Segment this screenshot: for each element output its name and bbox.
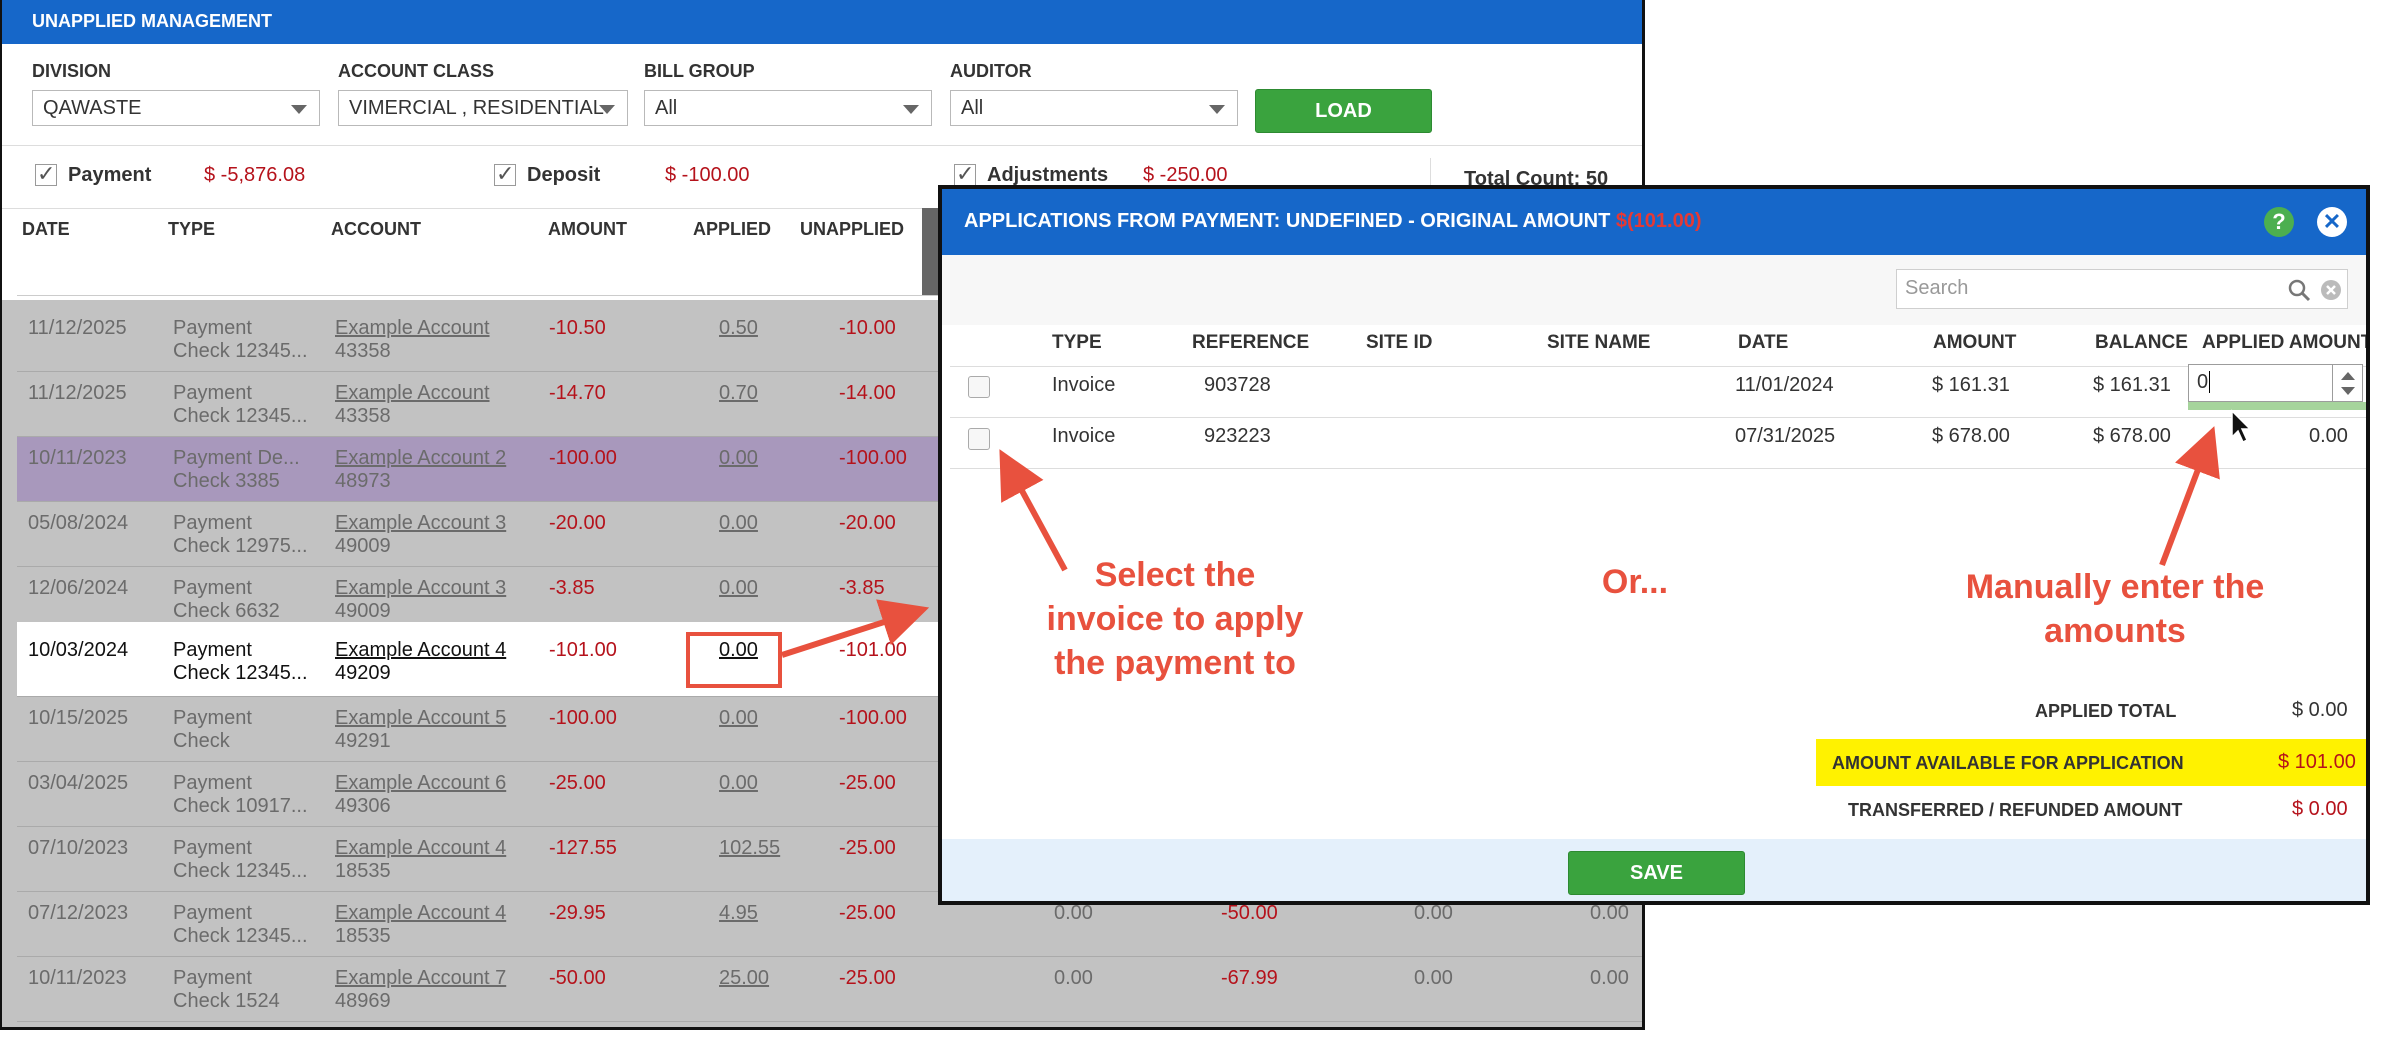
annotation-line: Select the: [1094, 556, 1256, 594]
arrow-icon: [2159, 426, 2220, 567]
annotation-select-invoice: Select the invoice to apply the payment …: [1010, 553, 1340, 685]
arrow-icon: [781, 599, 930, 658]
annotation-manual-entry: Manually enter the amounts: [1930, 565, 2300, 653]
annotation-line: Manually enter the: [1965, 568, 2265, 606]
annotation-arrows: [781, 426, 2220, 658]
annotation-line: the payment to: [1054, 644, 1296, 682]
annotation-or: Or...: [1601, 563, 1669, 601]
annotation-line: amounts: [2044, 612, 2186, 650]
annotation-line: invoice to apply: [1046, 600, 1304, 638]
